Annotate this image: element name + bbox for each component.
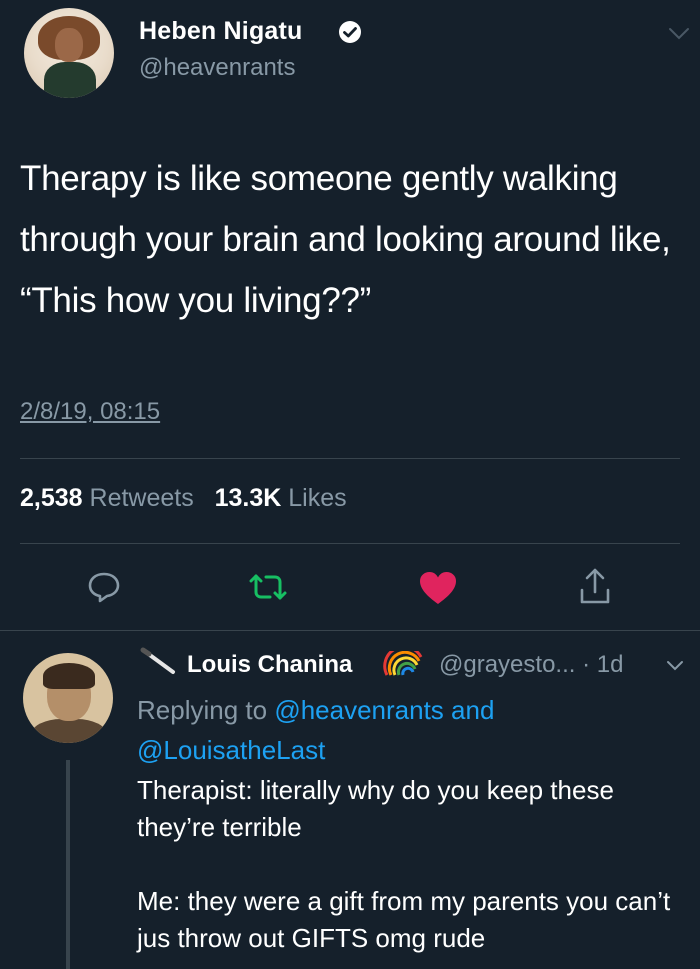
tweet-stats: 2,538 Retweets 13.3K Likes: [20, 484, 347, 513]
divider: [0, 630, 700, 631]
share-icon[interactable]: [578, 566, 612, 606]
replying-to-line: Replying to @heavenrants and @LouisatheL…: [137, 695, 495, 765]
retweet-icon[interactable]: [246, 572, 290, 602]
reply-author-handle[interactable]: @grayesto... · 1d: [439, 651, 623, 679]
tweet-timestamp[interactable]: 2/8/19, 08:15: [20, 398, 160, 426]
reply-icon[interactable]: [86, 570, 122, 604]
heart-icon[interactable]: [418, 570, 458, 606]
divider: [20, 543, 680, 544]
thread-line: [66, 760, 70, 969]
author-avatar[interactable]: [24, 8, 114, 98]
tweet-text: Therapy is like someone gently walking t…: [20, 159, 671, 320]
mention-link[interactable]: @LouisatheLast: [137, 735, 325, 765]
reply-author-avatar[interactable]: [23, 653, 113, 743]
reply-text: Therapist: literally why do you keep the…: [137, 772, 692, 957]
author-name[interactable]: Heben Nigatu: [139, 17, 303, 46]
rainbow-emoji-icon: [383, 651, 423, 676]
reply-author-name[interactable]: Louis Chanina: [187, 651, 352, 679]
pen-emoji-icon: [140, 647, 175, 674]
like-count[interactable]: 13.3K Likes: [215, 484, 347, 512]
replying-and: and: [451, 695, 495, 725]
chevron-down-icon[interactable]: [666, 660, 684, 672]
mention-link[interactable]: @heavenrants: [274, 695, 444, 725]
chevron-down-icon[interactable]: [668, 27, 690, 41]
retweet-count[interactable]: 2,538 Retweets: [20, 484, 194, 512]
author-handle[interactable]: @heavenrants: [139, 54, 295, 82]
reply-paragraph: Me: they were a gift from my parents you…: [137, 886, 671, 953]
reply-paragraph: Therapist: literally why do you keep the…: [137, 775, 614, 842]
verified-badge-icon: [339, 21, 361, 43]
divider: [20, 458, 680, 459]
